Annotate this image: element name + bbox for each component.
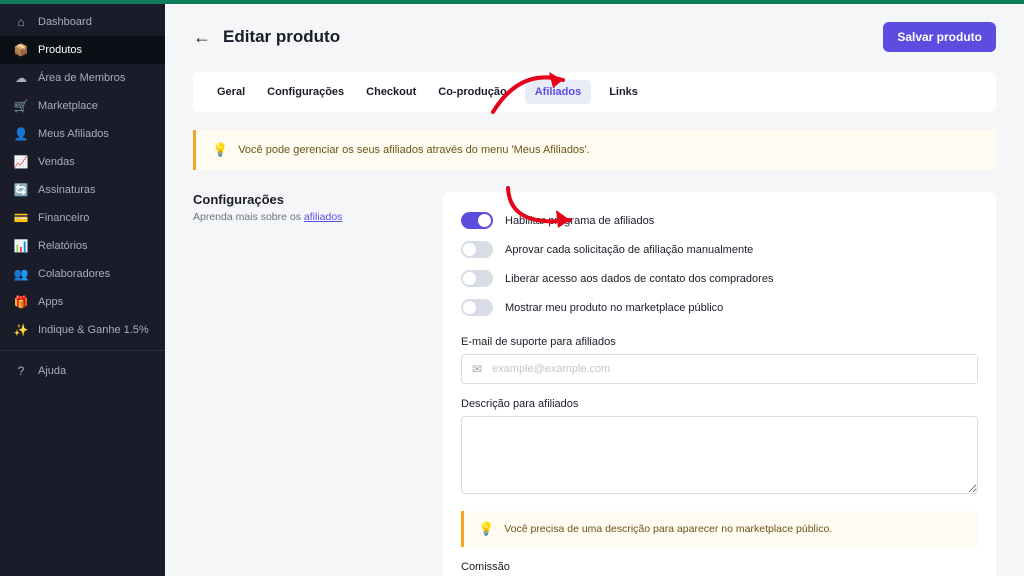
tab-co-produ-o[interactable]: Co-produção (434, 72, 510, 112)
section-subtitle: Aprenda mais sobre os afiliados (193, 211, 413, 223)
sidebar-icon: 💳 (14, 211, 28, 225)
save-button[interactable]: Salvar produto (883, 22, 996, 52)
sidebar-item-label: Relatórios (38, 240, 88, 252)
sidebar-item-label: Marketplace (38, 100, 98, 112)
sidebar-item-label: Área de Membros (38, 72, 125, 84)
tab-afiliados[interactable]: Afiliados (525, 80, 591, 104)
sidebar-item-label: Financeiro (38, 212, 89, 224)
toggle-row-3: Mostrar meu produto no marketplace públi… (461, 293, 978, 322)
sidebar-icon: 📊 (14, 239, 28, 253)
alert-text: Você pode gerenciar os seus afiliados at… (238, 144, 590, 156)
sidebar-item-assinaturas[interactable]: 🔄 Assinaturas (0, 176, 165, 204)
toggle-switch-1[interactable] (461, 241, 493, 258)
envelope-icon: ✉ (462, 362, 492, 376)
sidebar-icon: ? (14, 364, 28, 378)
tab-geral[interactable]: Geral (213, 72, 249, 112)
sidebar-icon: 📈 (14, 155, 28, 169)
commission-label: Comissão (461, 561, 978, 573)
sidebar-item-indique-ganhe-1-5-[interactable]: ✨ Indique & Ganhe 1.5% (0, 316, 165, 344)
sidebar-icon: 🛒 (14, 99, 28, 113)
toggle-switch-2[interactable] (461, 270, 493, 287)
sidebar-item-marketplace[interactable]: 🛒 Marketplace (0, 92, 165, 120)
sidebar-item-dashboard[interactable]: ⌂ Dashboard (0, 8, 165, 36)
sidebar-icon: ⌂ (14, 15, 28, 29)
sidebar-icon: 👤 (14, 127, 28, 141)
sidebar-icon: 🎁 (14, 295, 28, 309)
toggle-row-0: Habilitar programa de afiliados (461, 206, 978, 235)
email-label: E-mail de suporte para afiliados (461, 336, 978, 348)
info-alert-desc: 💡 Você precisa de uma descrição para apa… (461, 511, 978, 547)
toggle-label-3: Mostrar meu produto no marketplace públi… (505, 302, 723, 314)
sidebar-icon: 👥 (14, 267, 28, 281)
config-section-header: Configurações Aprenda mais sobre os afil… (193, 192, 413, 576)
sidebar-item-meus-afiliados[interactable]: 👤 Meus Afiliados (0, 120, 165, 148)
main-content: ← Editar produto Salvar produto Geral Con… (165, 0, 1024, 576)
sidebar-item-vendas[interactable]: 📈 Vendas (0, 148, 165, 176)
email-input-group[interactable]: ✉ (461, 354, 978, 384)
sidebar-item-label: Dashboard (38, 16, 92, 28)
lightbulb-icon: 💡 (478, 521, 494, 537)
tab-checkout[interactable]: Checkout (362, 72, 420, 112)
sidebar-item-label: Assinaturas (38, 184, 95, 196)
sidebar-item-ajuda[interactable]: ? Ajuda (0, 357, 165, 385)
toggle-label-0: Habilitar programa de afiliados (505, 215, 654, 227)
alert-desc-text: Você precisa de uma descrição para apare… (504, 523, 832, 535)
toggle-row-2: Liberar acesso aos dados de contato dos … (461, 264, 978, 293)
sidebar-item-label: Apps (38, 296, 63, 308)
tab-links[interactable]: Links (605, 72, 642, 112)
tab-configura-es[interactable]: Configurações (263, 72, 348, 112)
page-header: ← Editar produto Salvar produto (193, 22, 996, 52)
sidebar: ⌂ Dashboard 📦 Produtos ☁ Área de Membros 🛒 Mark… (0, 0, 165, 576)
sidebar-item-label: Meus Afiliados (38, 128, 109, 140)
toggle-switch-0[interactable] (461, 212, 493, 229)
back-arrow-icon[interactable]: ← (193, 27, 211, 48)
sidebar-icon: 📦 (14, 43, 28, 57)
sidebar-icon: ✨ (14, 323, 28, 337)
toggle-label-2: Liberar acesso aos dados de contato dos … (505, 273, 773, 285)
sidebar-item-label: Colaboradores (38, 268, 110, 280)
sidebar-item--rea-de-membros[interactable]: ☁ Área de Membros (0, 64, 165, 92)
info-alert-main: 💡 Você pode gerenciar os seus afiliados … (193, 130, 996, 170)
sidebar-item-produtos[interactable]: 📦 Produtos (0, 36, 165, 64)
sidebar-item-relat-rios[interactable]: 📊 Relatórios (0, 232, 165, 260)
sidebar-icon: 🔄 (14, 183, 28, 197)
sidebar-item-label: Indique & Ganhe 1.5% (38, 324, 149, 336)
sidebar-item-label: Vendas (38, 156, 75, 168)
sidebar-item-label: Ajuda (38, 365, 66, 377)
toggle-row-1: Aprovar cada solicitação de afiliação ma… (461, 235, 978, 264)
toggle-switch-3[interactable] (461, 299, 493, 316)
afiliados-link[interactable]: afiliados (304, 211, 343, 223)
config-panel: Habilitar programa de afiliados Aprovar c… (443, 192, 996, 576)
email-field[interactable] (492, 355, 977, 383)
desc-label: Descrição para afiliados (461, 398, 978, 410)
sidebar-icon: ☁ (14, 71, 28, 85)
page-title: Editar produto (223, 27, 340, 47)
sidebar-item-colaboradores[interactable]: 👥 Colaboradores (0, 260, 165, 288)
sidebar-item-apps[interactable]: 🎁 Apps (0, 288, 165, 316)
lightbulb-icon: 💡 (212, 142, 228, 158)
sidebar-item-label: Produtos (38, 44, 82, 56)
section-title: Configurações (193, 192, 413, 207)
sidebar-item-financeiro[interactable]: 💳 Financeiro (0, 204, 165, 232)
tabs-bar: Geral Configurações Checkout Co-produção Afi… (193, 72, 996, 112)
description-field[interactable] (461, 416, 978, 494)
toggle-label-1: Aprovar cada solicitação de afiliação ma… (505, 244, 753, 256)
